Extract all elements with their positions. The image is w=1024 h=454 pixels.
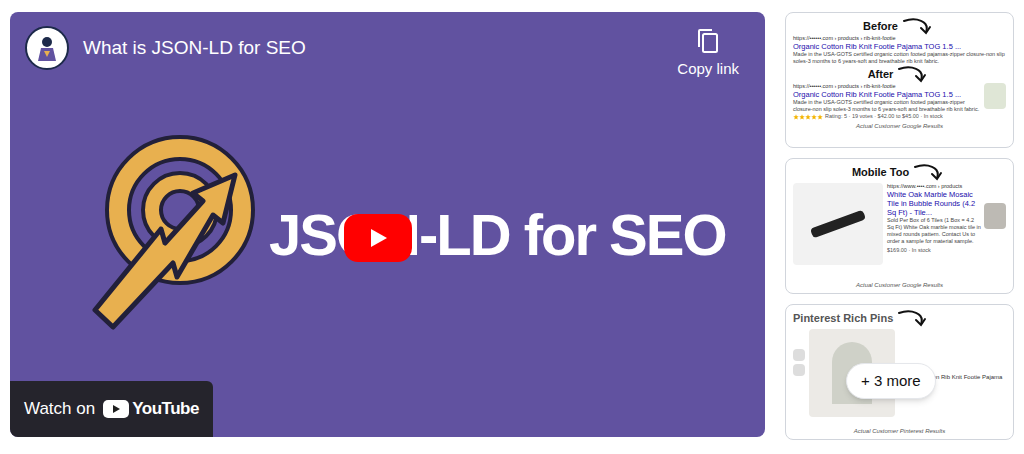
result-url: https://www.••••.com › products	[887, 183, 982, 190]
card-caption: Actual Customer Google Results	[793, 281, 1006, 289]
arrow-icon	[913, 163, 947, 181]
result-title[interactable]: Organic Cotton Rib Knit Footie Pajama TO…	[793, 90, 980, 99]
star-icon	[799, 114, 805, 120]
card-heading: After	[868, 68, 894, 81]
result-thumbnail	[984, 83, 1006, 109]
arrow-icon	[897, 309, 931, 327]
star-icon	[817, 114, 823, 120]
more-button[interactable]: + 3 more	[846, 363, 936, 399]
card-caption: Actual Customer Google Results	[793, 122, 1006, 130]
watch-on-youtube[interactable]: Watch onYouTube	[10, 381, 213, 437]
result-desc: Sold Per Box of 6 Tiles (1 Box = 4.2 Sq …	[887, 217, 982, 245]
video-player[interactable]: What is JSON-LD for SEO Copy link JSON-LD …	[10, 12, 765, 437]
card-heading: Pinterest Rich Pins	[793, 312, 893, 325]
copy-icon	[696, 28, 720, 54]
thumbnail-text: JSON-LD for SEO	[269, 191, 726, 278]
target-logo-icon	[85, 135, 255, 335]
result-title[interactable]: White Oak Marble Mosaic Tile in Bubble R…	[887, 190, 982, 217]
play-button[interactable]	[344, 214, 412, 262]
video-title[interactable]: What is JSON-LD for SEO	[83, 34, 306, 63]
tile-thumbnail	[984, 203, 1006, 229]
hero-logo-icon	[32, 33, 62, 63]
search-result[interactable]: https://••••••.com › products › rib-knit…	[793, 35, 1006, 65]
product-image	[793, 183, 883, 265]
channel-avatar[interactable]	[25, 26, 69, 70]
star-icon	[793, 114, 799, 120]
card-caption: Actual Customer Pinterest Results	[793, 427, 1006, 435]
gallery-card[interactable]: Mobile Too https://www.••••.com › product…	[785, 158, 1014, 294]
star-icon	[805, 114, 811, 120]
page: What is JSON-LD for SEO Copy link JSON-LD …	[0, 0, 1024, 454]
result-title[interactable]: Organic Cotton Rib Knit Footie Pajama TO…	[793, 42, 1006, 51]
price-line: $169.00 · In stock	[887, 247, 982, 254]
result-url: https://••••••.com › products › rib-knit…	[793, 83, 980, 90]
gallery-card[interactable]: Pinterest Rich PinsOrganic Cotton Rib Kn…	[785, 304, 1014, 440]
search-result[interactable]: https://www.••••.com › productsWhite Oak…	[887, 183, 982, 245]
gallery-card[interactable]: Before https://••••••.com › products › ri…	[785, 12, 1014, 148]
player-top-bar: What is JSON-LD for SEO Copy link	[10, 12, 765, 81]
result-desc: Made in the USA-GOTS certified organic c…	[793, 51, 1006, 65]
copy-link-button[interactable]: Copy link	[677, 26, 739, 81]
arrow-icon	[897, 65, 931, 83]
card-heading: Mobile Too	[852, 166, 909, 179]
card-heading: Before	[863, 20, 898, 33]
rich-line: Rating: 5 · 19 votes · $42.00 to $45.00 …	[793, 113, 980, 120]
play-icon	[367, 227, 389, 249]
arrow-icon	[902, 17, 936, 35]
result-url: https://••••••.com › products › rib-knit…	[793, 35, 1006, 42]
star-icon	[811, 114, 817, 120]
search-result[interactable]: https://••••••.com › products › rib-knit…	[793, 83, 1006, 120]
gallery: Before https://••••••.com › products › ri…	[785, 12, 1014, 442]
youtube-logo-icon	[103, 400, 129, 418]
result-desc: Made in the USA-GOTS certified organic c…	[793, 99, 980, 113]
